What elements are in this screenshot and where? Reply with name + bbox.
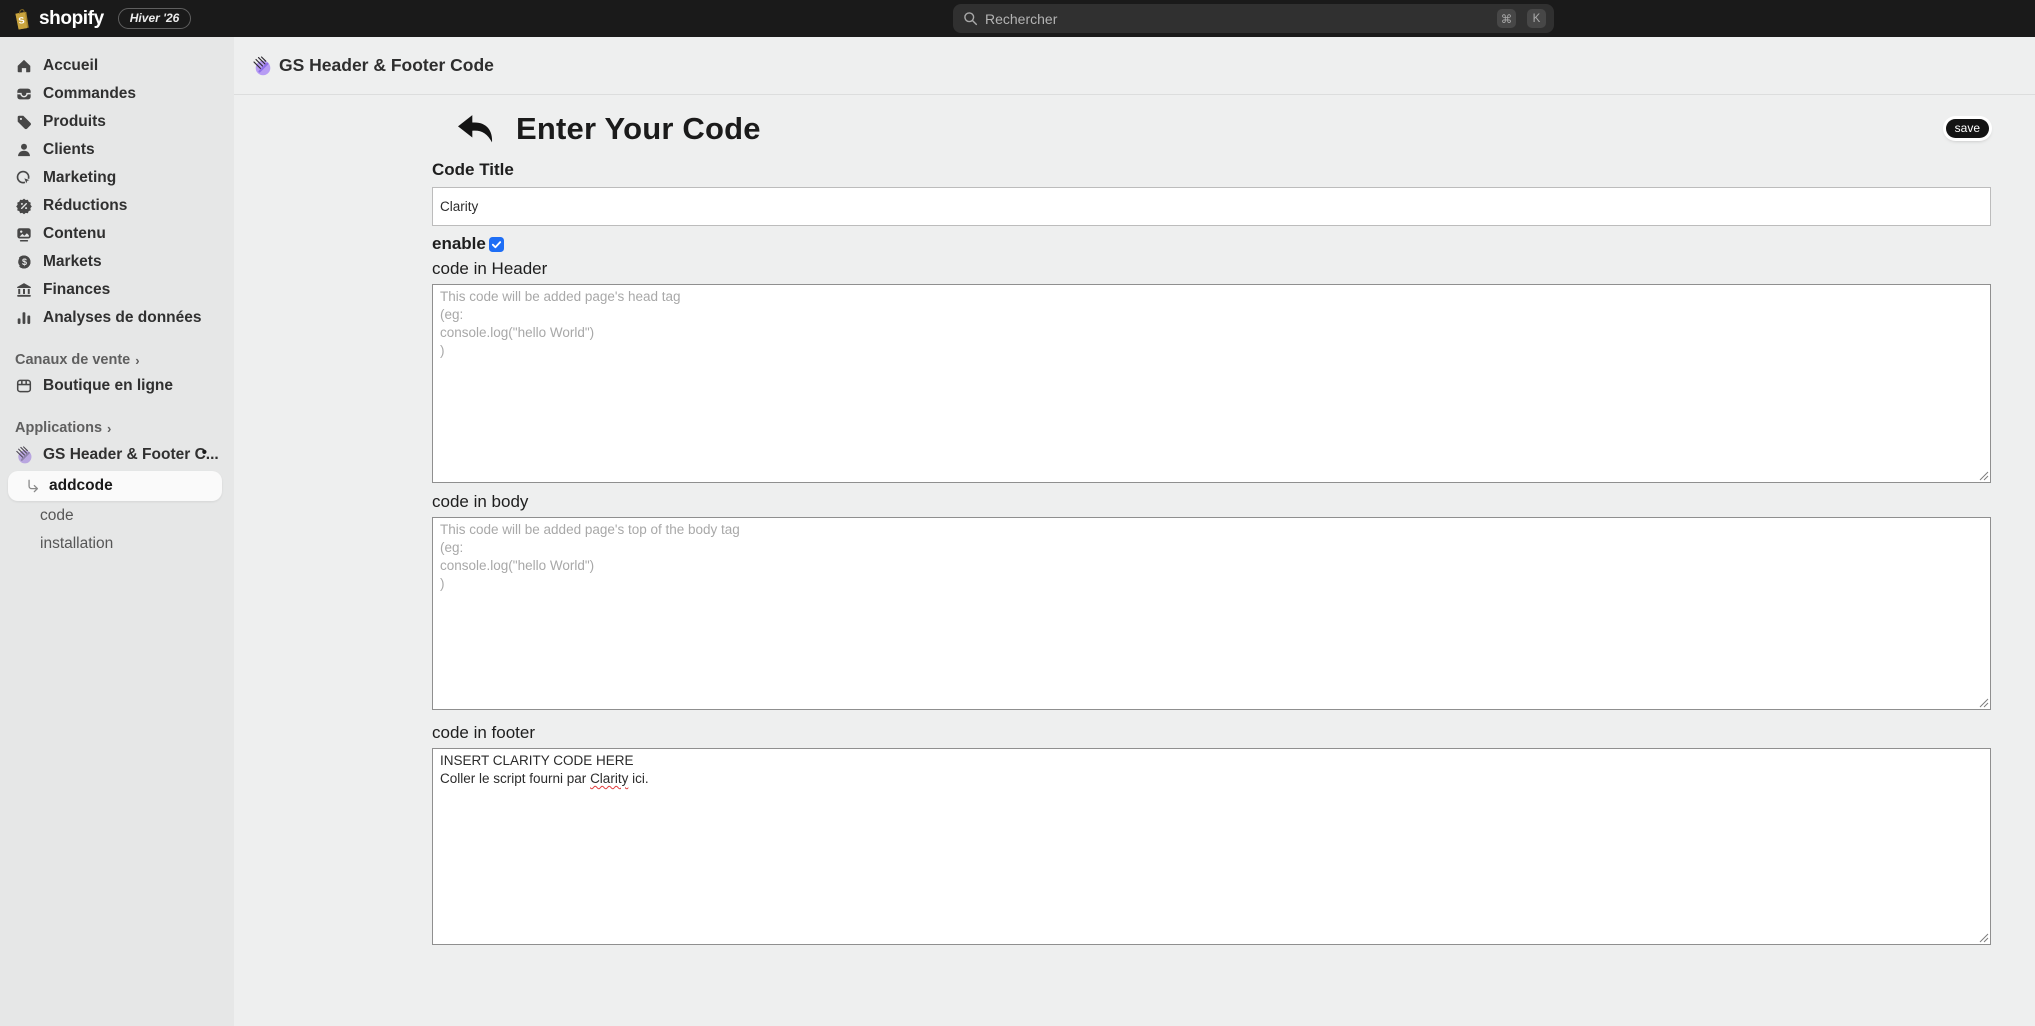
sidebar-item-finances[interactable]: Finances	[0, 276, 234, 304]
discounts-icon	[15, 197, 33, 215]
footer-code-line1: INSERT CLARITY CODE HERE	[440, 752, 1983, 770]
sidebar-item-contenu[interactable]: Contenu	[0, 220, 234, 248]
search-icon	[963, 11, 978, 26]
shopify-wordmark: shopify	[39, 8, 104, 30]
main-area: GS Header & Footer Code save Enter Your …	[234, 37, 2035, 1026]
sidebar-item-label: Commandes	[43, 85, 136, 103]
section-canaux-de-vente[interactable]: Canaux de vente ›	[0, 348, 234, 372]
code-in-footer-label: code in footer	[432, 723, 1991, 743]
code-in-header-label: code in Header	[432, 259, 1991, 279]
svg-text:$: $	[22, 257, 27, 267]
resize-handle-icon[interactable]	[1979, 471, 1989, 481]
sidebar-item-label: Markets	[43, 253, 102, 271]
shopify-bag-icon: S	[13, 8, 31, 30]
save-button[interactable]: save	[1946, 119, 1989, 138]
app-header: GS Header & Footer Code	[234, 37, 2035, 95]
code-in-footer-textarea[interactable]: INSERT CLARITY CODE HERE Coller le scrip…	[432, 748, 1991, 945]
page-content: save Enter Your Code Code Title enable c…	[234, 95, 2035, 945]
section-label: Canaux de vente	[15, 352, 130, 368]
sidebar-item-label: GS Header & Footer C...	[43, 446, 219, 464]
code-in-body-label: code in body	[432, 492, 1991, 512]
notification-dot: •	[202, 444, 207, 461]
sidebar-item-label: Finances	[43, 281, 110, 299]
back-arrow-icon[interactable]	[455, 112, 495, 146]
app-brush-icon	[252, 56, 272, 76]
finances-icon	[15, 281, 33, 299]
orders-icon	[15, 85, 33, 103]
app-brush-icon	[15, 446, 33, 464]
content-icon	[15, 225, 33, 243]
misspelled-word: Clarity	[590, 771, 628, 786]
sidebar-item-markets[interactable]: $ Markets	[0, 248, 234, 276]
k-key-icon: K	[1527, 9, 1546, 28]
search-placeholder: Rechercher	[985, 11, 1486, 27]
sidebar-item-gs-header-footer-app[interactable]: GS Header & Footer C... •	[0, 440, 234, 470]
cmd-key-icon: ⌘	[1497, 9, 1516, 28]
sidebar-item-analyses[interactable]: Analyses de données	[0, 304, 234, 332]
customers-icon	[15, 141, 33, 159]
version-badge: Hiver '26	[118, 8, 192, 29]
sidebar-item-marketing[interactable]: Marketing	[0, 164, 234, 192]
section-label: Applications	[15, 420, 102, 436]
sidebar-item-clients[interactable]: Clients	[0, 136, 234, 164]
markets-icon: $	[15, 253, 33, 271]
sidebar-subitem-label: addcode	[49, 477, 113, 495]
sidebar-subitem-label: code	[40, 507, 74, 525]
sidebar-item-label: Analyses de données	[43, 309, 202, 327]
sidebar-item-label: Marketing	[43, 169, 116, 187]
marketing-icon	[15, 169, 33, 187]
branch-arrow-icon	[26, 479, 40, 493]
code-form: Code Title enable code in Header This co…	[432, 160, 1991, 945]
sidebar-item-label: Accueil	[43, 57, 98, 75]
search-input[interactable]: Rechercher ⌘ K	[953, 4, 1554, 33]
sidebar-item-reductions[interactable]: Réductions	[0, 192, 234, 220]
chevron-right-icon: ›	[135, 353, 139, 368]
code-title-input[interactable]	[432, 187, 1991, 226]
sidebar-subitem-installation[interactable]: installation	[0, 530, 234, 558]
sidebar-item-boutique-en-ligne[interactable]: Boutique en ligne	[0, 372, 234, 400]
enable-checkbox[interactable]	[489, 237, 504, 252]
chevron-right-icon: ›	[107, 421, 111, 436]
sidebar-item-label: Réductions	[43, 197, 127, 215]
analytics-icon	[15, 309, 33, 327]
sidebar: Accueil Commandes Produits Clients Marke	[0, 37, 234, 1026]
body-placeholder: This code will be added page's top of th…	[440, 521, 1983, 593]
sidebar-item-label: Boutique en ligne	[43, 377, 173, 395]
sidebar-subitem-label: installation	[40, 535, 113, 553]
section-applications[interactable]: Applications ›	[0, 416, 234, 440]
enable-label: enable	[432, 234, 486, 254]
topbar: S shopify Hiver '26 Rechercher ⌘ K	[0, 0, 2035, 37]
footer-code-line2: Coller le script fourni par Clarity ici.	[440, 770, 1983, 788]
resize-handle-icon[interactable]	[1979, 933, 1989, 943]
code-in-body-textarea[interactable]: This code will be added page's top of th…	[432, 517, 1991, 710]
sidebar-item-label: Produits	[43, 113, 106, 131]
resize-handle-icon[interactable]	[1979, 698, 1989, 708]
shopify-logo[interactable]: S shopify Hiver '26	[0, 8, 191, 30]
app-header-title: GS Header & Footer Code	[279, 55, 494, 76]
header-placeholder: This code will be added page's head tag …	[440, 288, 1983, 360]
home-icon	[15, 57, 33, 75]
sidebar-item-label: Clients	[43, 141, 95, 159]
sidebar-subitem-code[interactable]: code	[0, 502, 234, 530]
page-title: Enter Your Code	[516, 111, 761, 147]
code-title-label: Code Title	[432, 160, 1991, 180]
sidebar-item-produits[interactable]: Produits	[0, 108, 234, 136]
code-in-header-textarea[interactable]: This code will be added page's head tag …	[432, 284, 1991, 483]
sidebar-subitem-addcode[interactable]: addcode	[8, 471, 222, 501]
sidebar-item-label: Contenu	[43, 225, 106, 243]
sidebar-item-accueil[interactable]: Accueil	[0, 52, 234, 80]
online-store-icon	[15, 377, 33, 395]
sidebar-item-commandes[interactable]: Commandes	[0, 80, 234, 108]
products-tag-icon	[15, 113, 33, 131]
